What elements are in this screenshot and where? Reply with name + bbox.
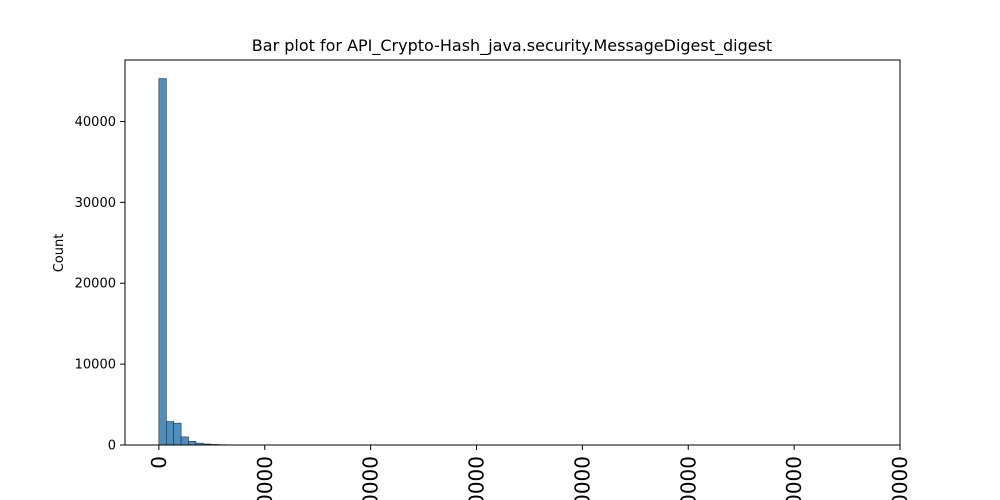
bar (180, 436, 189, 446)
x-tick-label: 60000 (782, 456, 806, 500)
x-tick-label: 40000 (570, 456, 594, 500)
x-tick-label: 0 (147, 456, 171, 469)
bar (158, 78, 167, 446)
chart-title: Bar plot for API_Crypto-Hash_java.securi… (252, 36, 772, 56)
y-tick-label: 0 (108, 439, 116, 454)
x-tick-label: 50000 (676, 456, 700, 500)
bar (173, 422, 182, 446)
y-tick-label: 10000 (75, 358, 116, 373)
x-tick-label: 20000 (359, 456, 383, 500)
y-tick-label: 20000 (75, 277, 116, 292)
x-axis-ticks: 0 10000 20000 30000 40000 50000 60000 70000 (147, 445, 912, 500)
y-axis-ticks: 0 10000 20000 30000 40000 (75, 115, 125, 454)
plot-area-frame (124, 59, 901, 446)
bar (188, 441, 197, 446)
chart-container: Bar plot for API_Crypto-Hash_java.securi… (0, 0, 1000, 500)
bar (165, 421, 175, 446)
bars-group (158, 78, 226, 446)
x-tick-label: 30000 (465, 456, 489, 500)
y-axis-label: Count (52, 234, 67, 273)
bar-chart: Bar plot for API_Crypto-Hash_java.securi… (52, 36, 912, 500)
x-tick-label: 10000 (253, 456, 277, 500)
x-tick-label: 70000 (888, 456, 912, 500)
y-tick-label: 30000 (75, 196, 116, 211)
y-tick-label: 40000 (75, 115, 116, 130)
